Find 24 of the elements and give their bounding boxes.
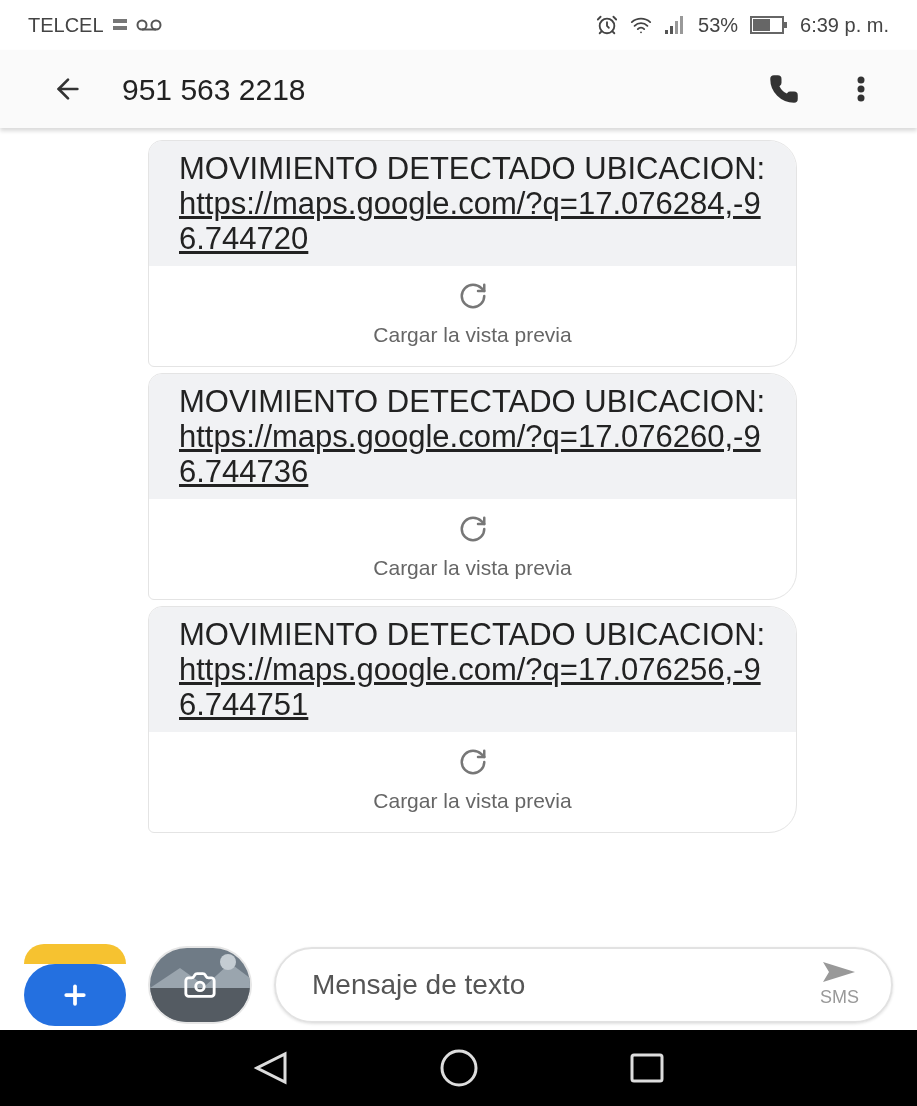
map-link[interactable]: https://maps.google.com/?q=17.076256,-96.744751: [179, 652, 766, 722]
message-text: MOVIMIENTO DETECTADO UBICACION:: [179, 384, 766, 419]
message-field[interactable]: Mensaje de texto SMS: [274, 947, 893, 1023]
map-link[interactable]: https://maps.google.com/?q=17.076284,-96.744720: [179, 186, 766, 256]
alarm-icon: [596, 14, 619, 36]
load-preview-button[interactable]: Cargar la vista previa: [373, 319, 572, 351]
more-icon: [857, 76, 865, 102]
load-preview-button[interactable]: Cargar la vista previa: [373, 785, 572, 817]
back-nav-icon[interactable]: [252, 1050, 289, 1086]
more-options-button[interactable]: [857, 76, 865, 102]
call-button[interactable]: [769, 74, 799, 104]
load-preview-button[interactable]: Cargar la vista previa: [373, 552, 572, 584]
clock-time: 6:39 p. m.: [800, 13, 889, 38]
home-nav-icon[interactable]: [438, 1048, 479, 1088]
message-text: MOVIMIENTO DETECTADO UBICACION:: [179, 151, 766, 186]
battery-icon: [750, 16, 789, 34]
battery-percent: 53%: [698, 13, 739, 38]
message-text: MOVIMIENTO DETECTADO UBICACION:: [179, 617, 766, 652]
send-button[interactable]: SMS: [820, 959, 859, 1011]
carrier-name: TELCEL: [28, 13, 104, 38]
phone-icon: [769, 74, 799, 104]
contact-title: 951 563 2218: [122, 71, 307, 108]
map-link[interactable]: https://maps.google.com/?q=17.076260,-96.744736: [179, 419, 766, 489]
voicemail-icon: [135, 18, 162, 32]
